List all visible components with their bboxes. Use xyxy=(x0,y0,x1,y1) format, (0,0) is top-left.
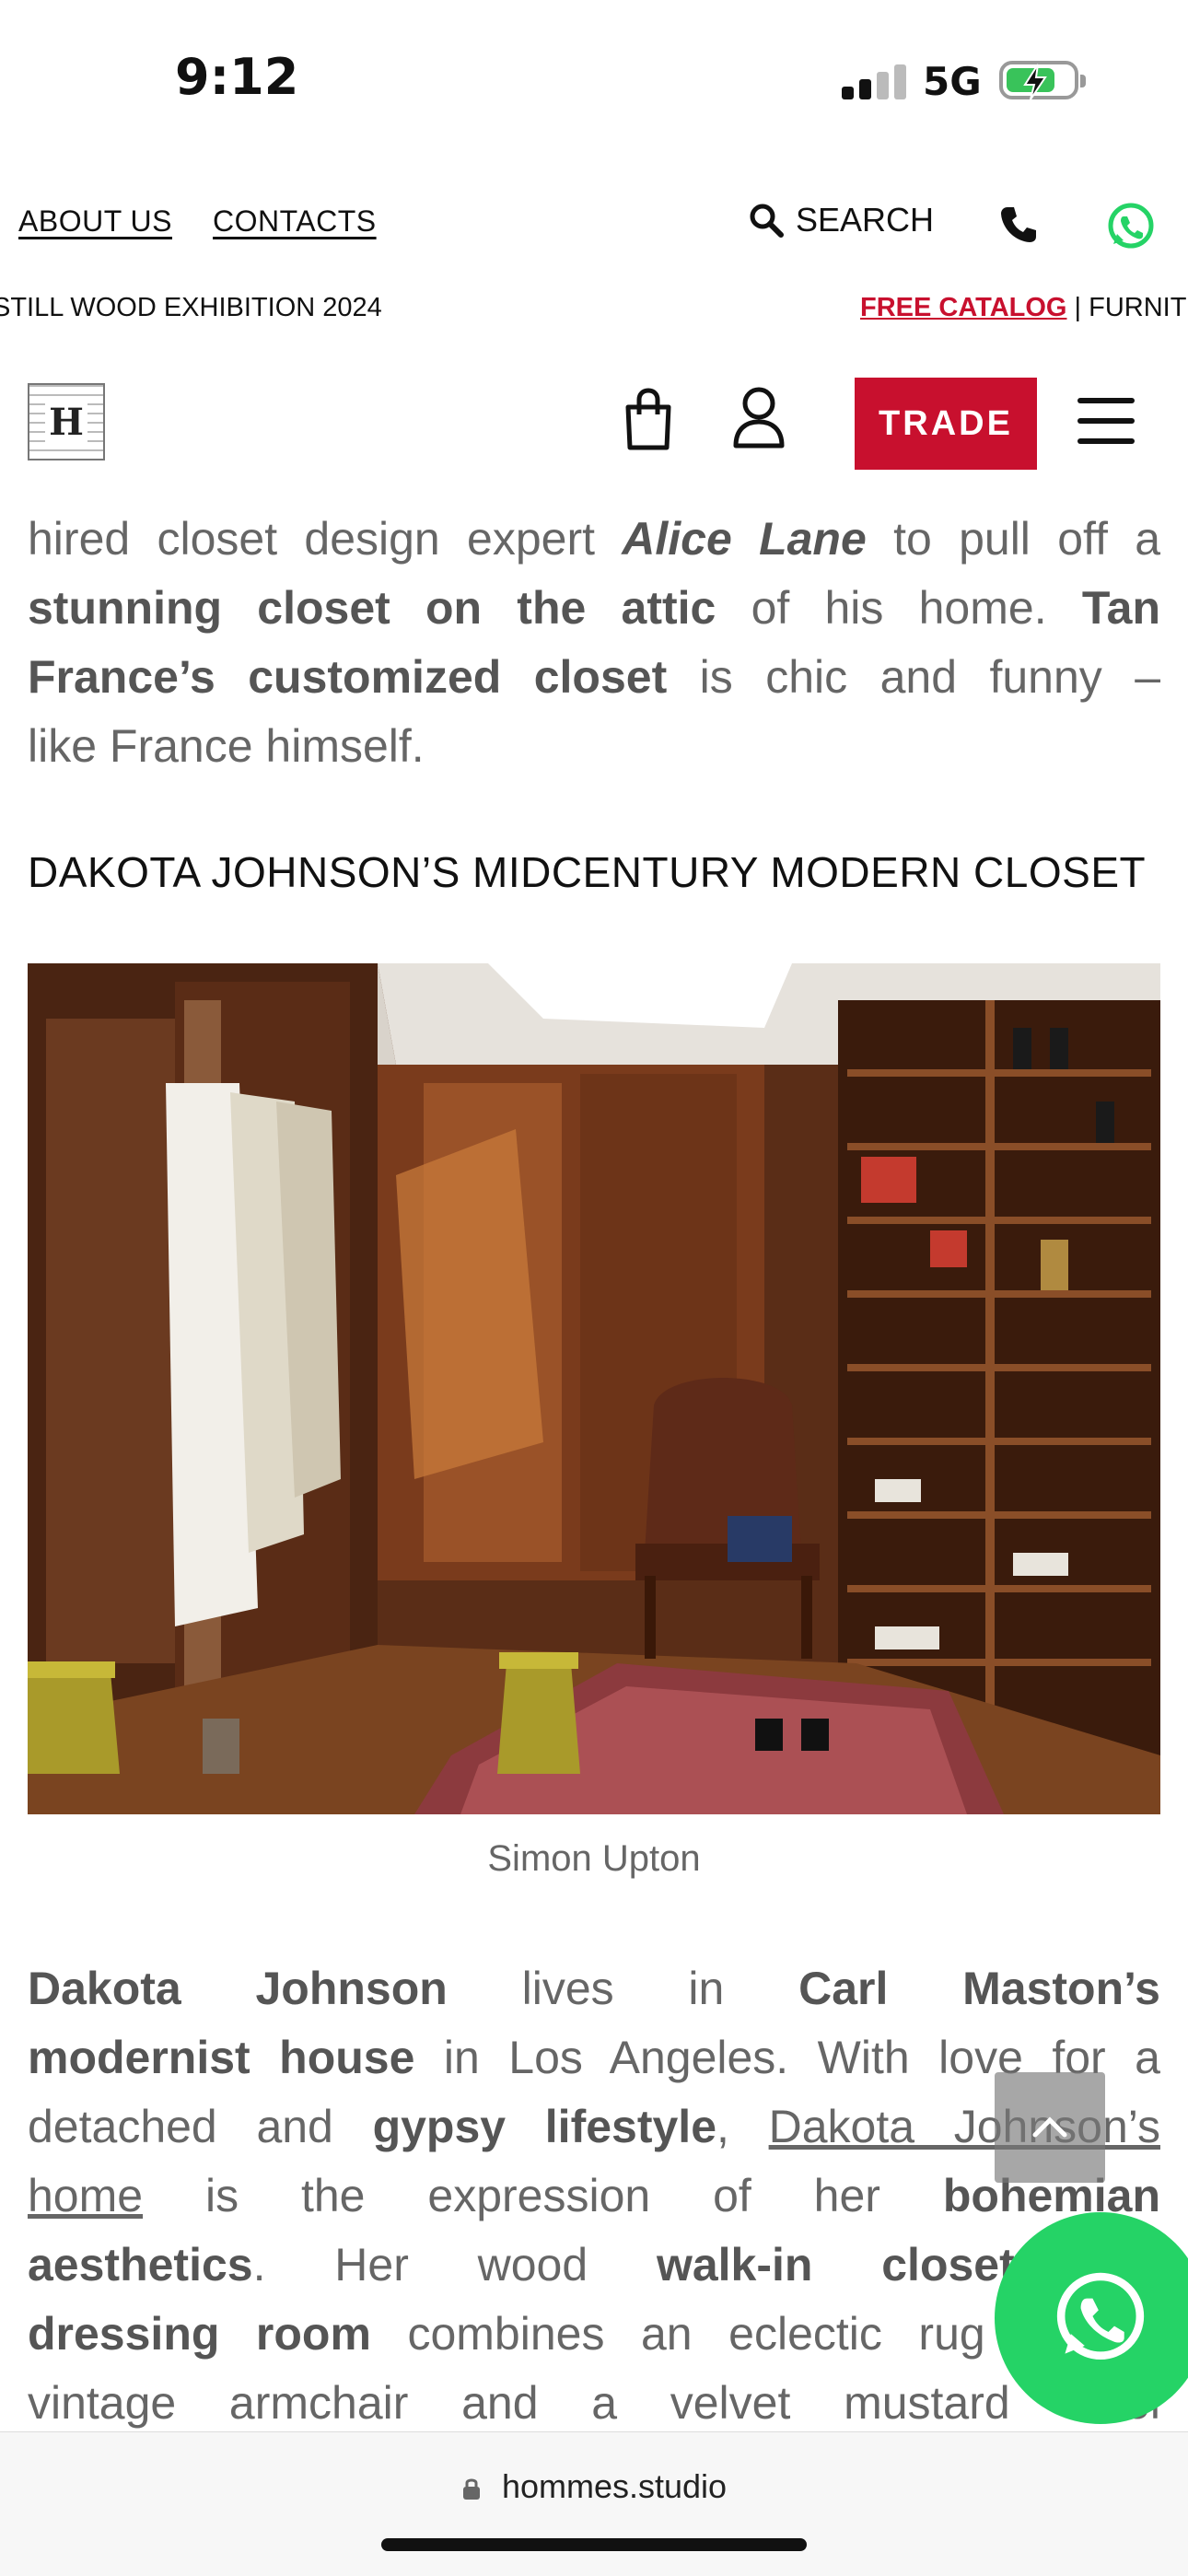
scroll-to-top-button[interactable] xyxy=(995,2072,1105,2183)
status-bar: 9:12 5G xyxy=(0,0,1188,157)
ticker-exhibition-text: STILL WOOD EXHIBITION 2024 xyxy=(0,293,382,322)
section-heading: DAKOTA JOHNSON’S MIDCENTURY MODERN CLOSE… xyxy=(28,848,1147,896)
paragraph-line: hired closet design expert Alice Lane to… xyxy=(28,513,1161,565)
battery-icon xyxy=(999,61,1086,100)
paragraph-line: aesthetics. Her wood walk-in closet and xyxy=(28,2239,1160,2290)
search-icon xyxy=(750,204,784,238)
lock-icon xyxy=(462,2478,480,2500)
site-header: H TRADE xyxy=(0,359,1188,488)
shopping-bag-icon[interactable] xyxy=(623,387,674,451)
dakota-home-link-cont[interactable]: home xyxy=(28,2170,143,2221)
browser-address-bar[interactable]: hommes.studio xyxy=(0,2431,1188,2576)
signal-icon xyxy=(842,64,906,99)
photo-caption: Simon Upton xyxy=(487,1838,701,1879)
hamburger-menu-icon[interactable] xyxy=(1077,398,1135,444)
paragraph-line: home is the expression of her bohemian xyxy=(28,2170,1160,2221)
intro-paragraph: hired closet design expert Alice Lane to… xyxy=(28,505,1160,781)
home-indicator xyxy=(381,2538,807,2551)
search-button[interactable]: SEARCH xyxy=(748,201,934,239)
ticker-right-text: | FURNITU xyxy=(1074,293,1188,322)
whatsapp-chat-button[interactable] xyxy=(995,2212,1188,2424)
paragraph-line: like France himself. xyxy=(28,720,425,772)
announcement-ticker: STILL WOOD EXHIBITION 2024 FREE CATALOG … xyxy=(0,286,1188,332)
trade-button[interactable]: TRADE xyxy=(855,378,1037,470)
site-logo[interactable]: H xyxy=(28,383,105,460)
whatsapp-icon xyxy=(1056,2272,1145,2360)
url-text: hommes.studio xyxy=(501,2467,728,2505)
ticker-right: FREE CATALOG | FURNITU xyxy=(860,293,1188,323)
phone-icon[interactable] xyxy=(998,204,1039,245)
alice-lane-name: Alice Lane xyxy=(622,513,867,565)
whatsapp-icon[interactable] xyxy=(1105,201,1157,252)
paragraph-line: stunning closet on the attic of his home… xyxy=(28,582,1160,634)
free-catalog-link[interactable]: FREE CATALOG xyxy=(860,293,1066,322)
search-label: SEARCH xyxy=(796,201,935,239)
chevron-up-icon xyxy=(1032,2116,1067,2138)
account-icon[interactable] xyxy=(731,385,786,449)
closet-photo xyxy=(28,963,1160,1814)
network-label: 5G xyxy=(923,59,982,104)
body-paragraph: Dakota Johnson lives in Carl Maston’s mo… xyxy=(28,1954,1160,2438)
paragraph-line: dressing room combines an eclectic rug a… xyxy=(28,2308,1160,2360)
clock: 9:12 xyxy=(175,48,299,106)
paragraph-line: detached and gypsy lifestyle, Dakota Joh… xyxy=(28,2101,1160,2152)
paragraph-line: modernist house in Los Angeles. With lov… xyxy=(28,2032,1160,2083)
about-us-link[interactable]: ABOUT US xyxy=(18,204,172,239)
paragraph-line: vintage armchair and a velvet mustard st… xyxy=(28,2377,1160,2429)
paragraph-line: Dakota Johnson lives in Carl Maston’s xyxy=(28,1963,1160,2014)
logo-letter: H xyxy=(45,400,87,444)
contacts-link[interactable]: CONTACTS xyxy=(213,204,377,239)
paragraph-line: France’s customized closet is chic and f… xyxy=(28,651,1161,703)
